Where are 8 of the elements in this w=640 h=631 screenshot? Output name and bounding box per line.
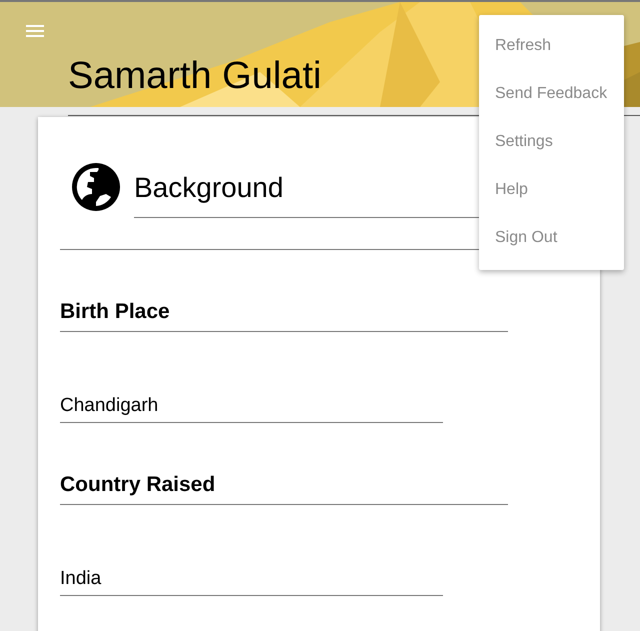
profile-name: Samarth Gulati bbox=[68, 54, 322, 98]
menu-item[interactable]: Refresh bbox=[479, 35, 624, 83]
menu-icon[interactable] bbox=[26, 24, 44, 38]
input-field[interactable]: India bbox=[60, 568, 443, 596]
input-field[interactable]: Chandigarh bbox=[60, 395, 443, 423]
field-label: Country Raised bbox=[60, 423, 508, 505]
globe-icon bbox=[72, 163, 120, 211]
menu-item[interactable]: Send Feedback bbox=[479, 83, 624, 131]
